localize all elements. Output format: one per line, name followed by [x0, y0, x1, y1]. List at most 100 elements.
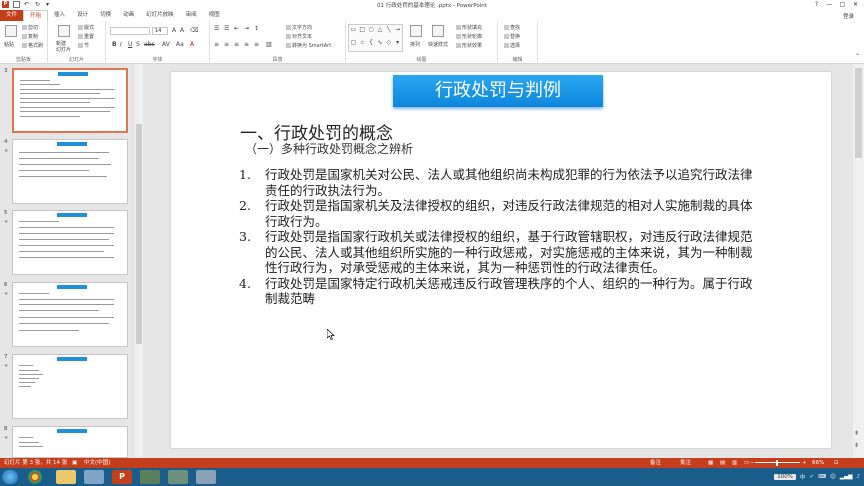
smartart-button[interactable]: 转换为 SmartArt: [286, 42, 331, 49]
slide-content-list[interactable]: 1. 行政处罚是国家机关对公民、法人或其他组织尚未构成犯罪的行为依法予以追究行政…: [239, 167, 757, 307]
next-slide-icon[interactable]: ⇟: [854, 442, 859, 449]
tab-slideshow[interactable]: 幻灯片放映: [140, 10, 180, 21]
change-case-icon[interactable]: Aa: [176, 41, 184, 48]
arrange-icon[interactable]: [410, 25, 422, 37]
slide-canvas[interactable]: 行政处罚与判例 一、行政处罚的概念 （一）多种行政处罚概念之辨析 1. 行政处罚…: [171, 72, 831, 448]
brace-shape-icon[interactable]: {: [367, 38, 376, 51]
login-link[interactable]: 登录: [843, 12, 854, 20]
grow-font-icon[interactable]: A: [172, 27, 176, 34]
find-button[interactable]: 查找: [504, 24, 520, 31]
zoom-slider-knob[interactable]: [776, 460, 778, 466]
shrink-font-icon[interactable]: A: [180, 27, 184, 34]
slide-thumbnail[interactable]: [12, 68, 128, 133]
tab-home[interactable]: 开始: [23, 10, 49, 21]
chrome-icon[interactable]: [28, 470, 42, 484]
volume-icon[interactable]: ♪: [856, 474, 860, 480]
numbering-icon[interactable]: ☰: [224, 25, 229, 32]
tab-file[interactable]: 文件: [0, 10, 24, 21]
shadow-icon[interactable]: S: [136, 41, 140, 48]
slide-thumbnail[interactable]: [12, 282, 128, 347]
slideshow-view-icon[interactable]: ▭: [744, 458, 749, 468]
bold-icon[interactable]: B: [112, 41, 117, 48]
new-slide-button[interactable]: 新建 幻灯片: [56, 41, 71, 53]
keyboard-icon[interactable]: ⌨: [818, 474, 826, 480]
select-button[interactable]: 选择: [504, 42, 520, 49]
arrow-shape-icon[interactable]: →: [393, 25, 402, 38]
thumbnail-scrollbar[interactable]: [135, 64, 143, 458]
help-button[interactable]: ?: [810, 0, 823, 10]
distributed-icon[interactable]: ≡: [254, 41, 259, 48]
app-icon[interactable]: [168, 470, 188, 484]
zoom-level[interactable]: 66%: [812, 458, 824, 468]
rectangle-shape-icon[interactable]: □: [358, 25, 367, 38]
increase-indent-icon[interactable]: ⇥: [244, 25, 249, 32]
align-right-icon[interactable]: ≡: [234, 41, 239, 48]
zoom-in-icon[interactable]: +: [802, 458, 807, 468]
bullets-icon[interactable]: ☰: [214, 25, 219, 32]
underline-icon[interactable]: U: [128, 41, 132, 48]
text-direction-button[interactable]: 文字方向: [286, 24, 312, 31]
app-icon[interactable]: [196, 470, 216, 484]
italic-icon[interactable]: I: [120, 41, 122, 48]
spellcheck-icon[interactable]: ▣: [72, 458, 77, 468]
slide-thumbnail[interactable]: [12, 139, 128, 204]
collapse-ribbon-icon[interactable]: ⌃: [855, 53, 860, 60]
comments-button[interactable]: 批注: [680, 458, 691, 468]
emoji-icon[interactable]: ☺: [830, 474, 836, 480]
ime-icon[interactable]: 中: [800, 473, 806, 481]
align-left-icon[interactable]: ≡: [214, 41, 219, 48]
columns-icon[interactable]: ▥: [266, 41, 272, 48]
shape-outline-button[interactable]: 形状轮廓: [456, 33, 482, 40]
list-item[interactable]: 2. 行政处罚是指国家机关及法律授权的组织，对违反行政法律规范的相对人实施制裁的…: [239, 198, 757, 229]
font-size-box[interactable]: 14: [152, 27, 168, 35]
slide-thumbnail[interactable]: [12, 354, 128, 419]
align-center-icon[interactable]: ≡: [224, 41, 229, 48]
align-text-button[interactable]: 对齐文本: [286, 33, 312, 40]
font-name-box[interactable]: [110, 27, 150, 35]
minimize-button[interactable]: —: [823, 0, 836, 10]
start-button[interactable]: [2, 470, 18, 484]
reset-button[interactable]: 重置: [78, 33, 94, 40]
reading-view-icon[interactable]: ▥: [732, 458, 737, 468]
tab-transitions[interactable]: 切换: [94, 10, 117, 21]
layout-button[interactable]: 版式: [78, 24, 94, 31]
rounded-rect-shape-icon[interactable]: ▢: [349, 38, 358, 51]
file-explorer-icon[interactable]: [56, 470, 76, 484]
scrollbar-thumb[interactable]: [136, 124, 142, 344]
slide-subheading[interactable]: （一）多种行政处罚概念之辨析: [245, 140, 413, 157]
format-painter-button[interactable]: 格式刷: [22, 42, 43, 49]
language-indicator[interactable]: 中文(中国): [84, 458, 110, 468]
replace-button[interactable]: 替换: [504, 33, 520, 40]
strikethrough-icon[interactable]: abc: [144, 41, 155, 48]
shape-fill-button[interactable]: 形状填充: [456, 24, 482, 31]
paste-icon[interactable]: [5, 25, 17, 37]
scrollbar-thumb[interactable]: [855, 68, 862, 158]
paste-button[interactable]: 粘贴: [4, 41, 14, 48]
normal-view-icon[interactable]: ▦: [708, 458, 713, 468]
font-color-icon[interactable]: A: [190, 41, 194, 48]
copy-button[interactable]: 复制: [22, 33, 38, 40]
list-item[interactable]: 4. 行政处罚是国家特定行政机关惩戒违反行政管理秩序的个人、组织的一种行为。属于…: [239, 276, 757, 307]
slide-banner[interactable]: 行政处罚与判例: [393, 75, 603, 107]
powerpoint-taskbar-icon[interactable]: P: [112, 470, 132, 484]
previous-slide-icon[interactable]: ⇞: [854, 430, 859, 437]
triangle-shape-icon[interactable]: △: [375, 25, 384, 38]
close-button[interactable]: ✕: [849, 0, 862, 10]
cut-button[interactable]: 剪切: [22, 24, 38, 31]
curve-shape-icon[interactable]: ∿: [375, 38, 384, 51]
decrease-indent-icon[interactable]: ⇤: [234, 25, 239, 32]
new-slide-icon[interactable]: [58, 25, 70, 37]
oval-shape-icon[interactable]: ○: [367, 25, 376, 38]
star-shape-icon[interactable]: ☆: [358, 38, 367, 51]
arrange-button[interactable]: 排列: [410, 41, 420, 48]
fit-slide-icon[interactable]: ⊡: [834, 458, 839, 468]
maximize-button[interactable]: □: [836, 0, 849, 10]
tab-design[interactable]: 设计: [71, 10, 94, 21]
list-item[interactable]: 3. 行政处罚是指国家行政机关或法律授权的组织，基于行政管辖职权，对违反行政法律…: [239, 229, 757, 276]
clear-format-icon[interactable]: ⌫: [190, 27, 198, 34]
textbox-shape-icon[interactable]: ▭: [349, 25, 358, 38]
zoom-badge[interactable]: 100%: [774, 474, 796, 480]
tab-view[interactable]: 视图: [203, 10, 226, 21]
line-shape-icon[interactable]: ╲: [384, 25, 393, 38]
tab-animations[interactable]: 动画: [117, 10, 140, 21]
